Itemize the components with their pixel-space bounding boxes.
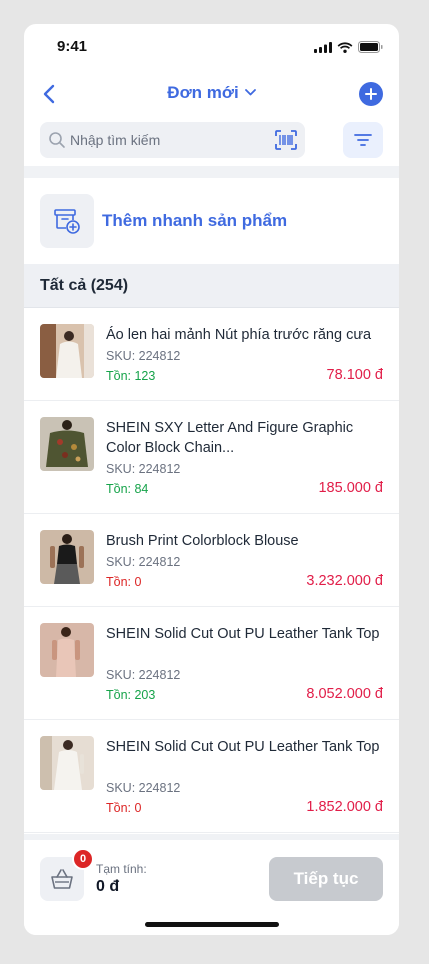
search-icon: [49, 132, 65, 148]
product-sku: SKU: 224812: [106, 555, 181, 569]
quick-add-icon-box: [40, 194, 94, 248]
product-thumbnail: [40, 324, 94, 378]
list-item[interactable]: SHEIN Solid Cut Out PU Leather Tank Top …: [24, 607, 399, 720]
status-bar: 9:41: [24, 24, 399, 68]
product-thumbnail: [40, 736, 94, 790]
product-name: SHEIN Solid Cut Out PU Leather Tank Top: [106, 739, 380, 755]
product-price: 8.052.000 đ: [306, 686, 383, 702]
product-price: 185.000 đ: [318, 480, 383, 496]
page-title: Đơn mới: [167, 83, 239, 102]
status-icons: [314, 41, 383, 53]
divider: [24, 166, 399, 178]
search-input[interactable]: [70, 122, 270, 158]
product-stock: Tồn: 84: [106, 482, 149, 496]
product-price: 3.232.000 đ: [306, 573, 383, 589]
search-bar: [40, 122, 305, 158]
product-name: SHEIN SXY Letter And Figure Graphic Colo…: [106, 420, 354, 456]
plus-icon: [365, 88, 377, 100]
signal-icon: [314, 41, 332, 53]
list-item[interactable]: Brush Print Colorblock Blouse SKU: 22481…: [24, 514, 399, 607]
chevron-down-icon: [244, 88, 256, 95]
status-time: 9:41: [57, 38, 88, 55]
product-sku: SKU: 224812: [106, 349, 181, 363]
product-thumbnail: [40, 530, 94, 584]
product-price: 1.852.000 đ: [306, 799, 383, 815]
list-item[interactable]: Áo len hai mảnh Nút phía trước răng cưa …: [24, 308, 399, 401]
section-title: Tất cả (254): [40, 277, 129, 294]
quick-add-product-button[interactable]: Thêm nhanh sản phẩm: [40, 194, 380, 248]
order-type-dropdown[interactable]: Đơn mới: [24, 83, 399, 103]
nav-bar: Đơn mới: [24, 76, 399, 112]
wifi-icon: [337, 41, 353, 53]
list-item[interactable]: SHEIN Solid Cut Out PU Leather Tank Top …: [24, 720, 399, 833]
product-name: SHEIN Solid Cut Out PU Leather Tank Top: [106, 626, 380, 642]
quick-add-label: Thêm nhanh sản phẩm: [102, 211, 288, 230]
product-name: Brush Print Colorblock Blouse: [106, 533, 299, 549]
product-name: Áo len hai mảnh Nút phía trước răng cưa: [106, 327, 372, 343]
subtotal-label: Tạm tính:: [96, 862, 147, 876]
product-sku: SKU: 224812: [106, 668, 181, 682]
product-stock: Tồn: 0: [106, 575, 142, 589]
section-header: Tất cả (254): [24, 264, 399, 308]
continue-button[interactable]: Tiếp tục: [269, 857, 383, 901]
checkout-bar: 0 Tạm tính: 0 đ Tiếp tục: [24, 834, 399, 935]
product-stock: Tồn: 123: [106, 369, 156, 383]
barcode-scan-icon[interactable]: [275, 130, 297, 150]
product-list: Áo len hai mảnh Nút phía trước răng cưa …: [24, 308, 399, 833]
product-price: 78.100 đ: [326, 367, 383, 383]
add-button[interactable]: [359, 82, 383, 106]
home-indicator: [145, 922, 279, 927]
product-thumbnail: [40, 417, 94, 471]
product-sku: SKU: 224812: [106, 781, 181, 795]
phone-screen: 9:41 Đơn mới Thêm nhanh sản phẩm Tất: [24, 24, 399, 935]
product-stock: Tồn: 0: [106, 801, 142, 815]
filter-icon: [354, 134, 372, 146]
package-add-icon: [54, 209, 80, 234]
product-sku: SKU: 224812: [106, 462, 181, 476]
basket-icon: [51, 869, 73, 889]
battery-icon: [358, 41, 383, 53]
filter-button[interactable]: [343, 122, 383, 158]
product-stock: Tồn: 203: [106, 688, 156, 702]
cart-count-badge: 0: [72, 848, 94, 870]
product-thumbnail: [40, 623, 94, 677]
subtotal-value: 0 đ: [96, 878, 120, 895]
list-item[interactable]: SHEIN SXY Letter And Figure Graphic Colo…: [24, 401, 399, 514]
